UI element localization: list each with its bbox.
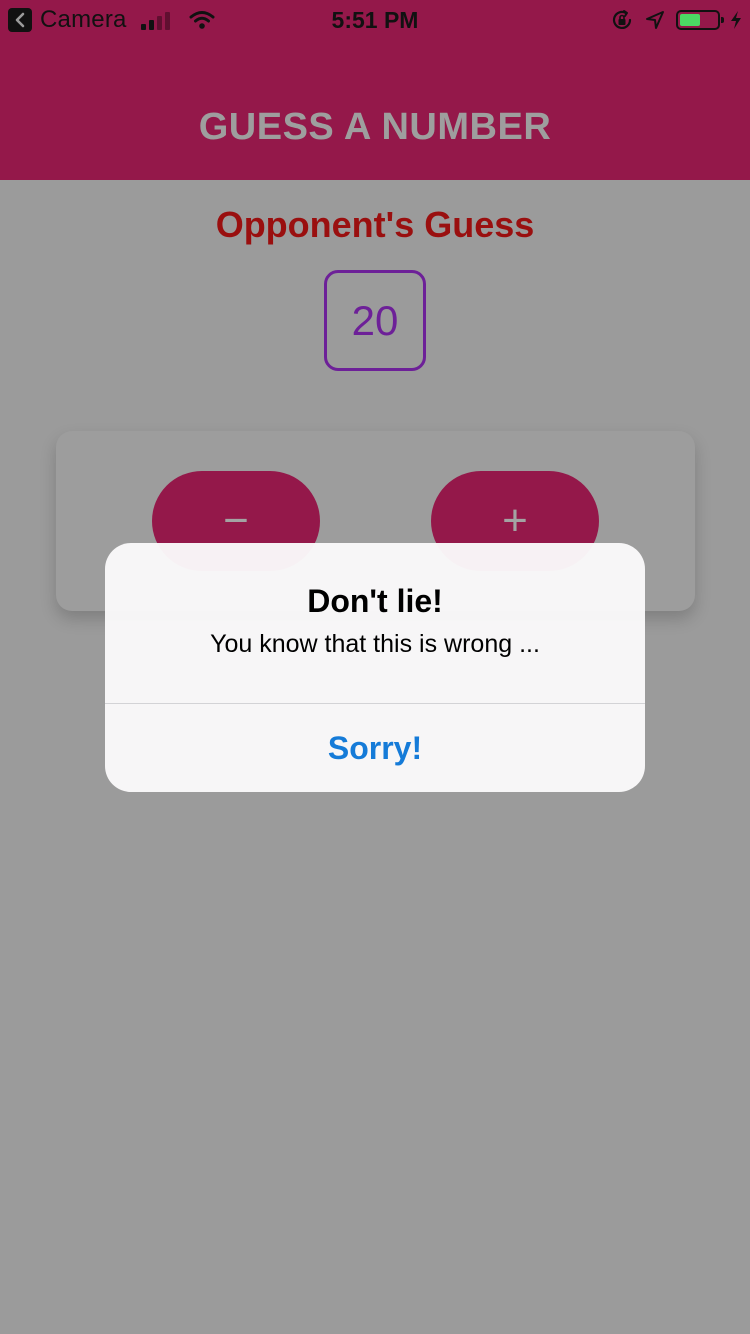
battery-icon (676, 10, 724, 30)
status-right (610, 6, 742, 34)
alert-body: Don't lie! You know that this is wrong .… (105, 543, 645, 703)
alert-dialog: Don't lie! You know that this is wrong .… (105, 543, 645, 792)
app-header: GUESS A NUMBER (0, 40, 750, 180)
orientation-lock-icon (612, 10, 632, 29)
battery-level (680, 14, 700, 26)
opponent-guess-title: Opponent's Guess (215, 204, 535, 245)
alert-sorry-button[interactable]: Sorry! (105, 704, 645, 792)
status-bar: Camera 5:51 PM (0, 0, 750, 40)
location-arrow-icon (646, 11, 664, 29)
plus-icon: + (502, 496, 528, 545)
guess-number-container: 20 (324, 270, 426, 371)
alert-title: Don't lie! (307, 583, 443, 619)
charging-bolt-icon (731, 11, 741, 29)
minus-icon: − (223, 496, 249, 545)
app-title: GUESS A NUMBER (198, 105, 552, 148)
guess-number: 20 (351, 296, 399, 344)
alert-message: You know that this is wrong ... (210, 630, 540, 658)
